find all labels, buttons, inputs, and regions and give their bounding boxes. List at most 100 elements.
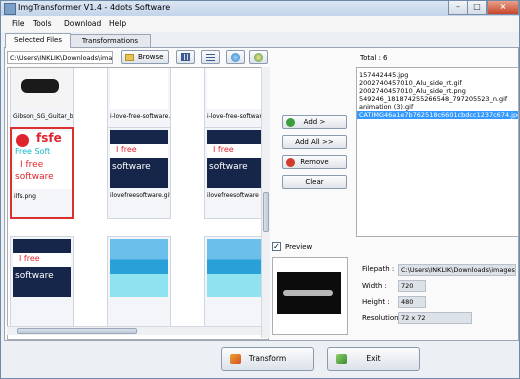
total-label: Total : (360, 54, 381, 62)
ilovefreesoftware-image: I free software (110, 130, 168, 188)
remove-button[interactable]: Remove (282, 155, 347, 169)
app-icon (4, 3, 16, 15)
folder-icon (125, 54, 134, 61)
fsfe-logo-image: fsfe Free Soft I free software (14, 131, 72, 189)
ilovefreesoftware-image: I free software (207, 130, 265, 188)
heart-icon (16, 134, 29, 147)
beach-image (207, 239, 265, 297)
guitar-preview-image (277, 272, 341, 314)
thumbnail-caption: i-love-free-software (207, 113, 266, 120)
total-count: 6 (383, 54, 388, 62)
tab-transformations[interactable]: Transformations (69, 34, 151, 48)
thumbnail-item[interactable] (204, 236, 268, 328)
file-list-item[interactable]: animation (3).gif (357, 103, 518, 111)
preview-label: Preview (285, 243, 313, 251)
web-button[interactable] (249, 50, 268, 64)
horizontal-scrollbar[interactable] (7, 326, 261, 335)
large-icons-view-button[interactable] (176, 50, 195, 64)
list-view-icon (206, 54, 215, 61)
ilovefreesoftware-image: I free software (13, 239, 71, 297)
thumbnail-view-icon (181, 53, 190, 61)
browse-label: Browse (138, 53, 164, 61)
logo-text: I free (20, 160, 44, 170)
vertical-scrollbar[interactable] (261, 67, 270, 338)
transform-icon (230, 354, 241, 364)
transform-label: Transform (248, 354, 287, 363)
add-label: Add > (303, 118, 326, 126)
thumbnail-caption: ilovefreesoftware.gif (110, 192, 170, 199)
close-button[interactable]: × (487, 1, 519, 15)
menu-bar: File Tools Download Help (1, 16, 519, 32)
height-value: 480 (398, 296, 426, 308)
logo-text: software (15, 271, 54, 281)
folder-path-input[interactable]: C:\Users\INKLIK\Downloads\images (7, 51, 113, 64)
preview-checkbox[interactable]: ✓ (272, 242, 281, 251)
transform-button[interactable]: Transform (221, 347, 314, 371)
thumbnail-caption: ilfs.png (14, 193, 36, 200)
file-list-item[interactable]: 2002740457010_Alu_side_rt.png (357, 87, 518, 95)
add-all-label: Add All >> (295, 138, 334, 146)
exit-icon (336, 354, 347, 364)
maximize-button[interactable]: □ (467, 1, 487, 15)
logo-text: software (15, 172, 54, 182)
thumbnail-grid[interactable]: Gibson_SG_Guitar_by_Ineffable i-love-fre… (7, 67, 269, 340)
refresh-button[interactable] (226, 50, 245, 64)
add-icon (286, 118, 295, 127)
beach-image (110, 239, 168, 297)
remove-icon (286, 158, 295, 167)
globe-icon (254, 53, 263, 62)
software-logo-image (110, 68, 168, 109)
add-all-button[interactable]: Add All >> (282, 135, 347, 149)
add-button[interactable]: Add > (282, 115, 347, 129)
file-list-item-selected[interactable]: CATIMG46a1e7b762518c6601cbdcc1237c674.jp… (357, 111, 518, 119)
exit-label: Exit (366, 354, 381, 363)
file-list[interactable]: 157442445.jpg 2002740457010_Alu_side_rt.… (356, 67, 519, 237)
thumbnail-item[interactable] (107, 236, 171, 328)
clear-button[interactable]: Clear (282, 175, 347, 189)
logo-text: I free (213, 145, 234, 154)
width-label: Width : (362, 282, 387, 290)
clear-label: Clear (305, 178, 324, 186)
minimize-button[interactable]: – (448, 1, 468, 15)
thumbnail-item[interactable]: I free software ilovefreesoftware.gif (107, 127, 171, 219)
software-logo-image (207, 68, 265, 109)
thumbnail-item[interactable]: I free software ilovefreesoftware (204, 127, 268, 219)
menu-file[interactable]: File (12, 19, 25, 28)
menu-help[interactable]: Help (109, 19, 126, 28)
details-view-button[interactable] (201, 50, 220, 64)
browse-button[interactable]: Browse (121, 50, 169, 64)
file-list-item[interactable]: 549246_181874255266548_797205523_n.gif (357, 95, 518, 103)
thumbnail-caption: ilovefreesoftware (207, 192, 259, 199)
width-value: 720 (398, 280, 426, 292)
guitar-image (13, 68, 71, 109)
tab-selected-files[interactable]: Selected Files (5, 33, 71, 48)
logo-text: I free (19, 254, 40, 263)
logo-text: I free (116, 145, 137, 154)
thumbnail-item[interactable]: I free software (10, 236, 74, 328)
thumbnail-caption: i-love-free-software.gif (110, 113, 170, 120)
exit-button[interactable]: Exit (327, 347, 420, 371)
title-bar: ImgTransformer V1.4 - 4dots Software – □… (1, 1, 519, 16)
filepath-label: Filepath : (362, 265, 395, 273)
refresh-icon (231, 53, 240, 62)
filepath-value: C:\Users\INKLIK\Downloads\images (398, 264, 516, 276)
menu-tools[interactable]: Tools (33, 19, 51, 28)
resolution-value: 72 x 72 (398, 312, 472, 324)
file-list-item[interactable]: 2002740457010_Alu_side_rt.gif (357, 79, 518, 87)
file-list-item[interactable]: 157442445.jpg (357, 71, 518, 79)
resolution-label: Resolution : (362, 314, 404, 322)
logo-text: software (112, 162, 151, 172)
window-title: ImgTransformer V1.4 - 4dots Software (18, 3, 171, 12)
thumbnail-caption: Gibson_SG_Guitar_by_Ineffable (13, 113, 73, 120)
thumbnail-item-selected[interactable]: fsfe Free Soft I free software ilfs.png (10, 127, 74, 219)
remove-label: Remove (300, 158, 329, 166)
height-label: Height : (362, 298, 390, 306)
preview-box (272, 257, 348, 335)
logo-text: software (209, 162, 248, 172)
scrollbar-thumb[interactable] (263, 192, 269, 232)
menu-download[interactable]: Download (64, 19, 101, 28)
logo-text: Free Soft (15, 147, 51, 156)
scrollbar-thumb[interactable] (17, 328, 137, 334)
logo-text: fsfe (36, 131, 62, 145)
app-window: ImgTransformer V1.4 - 4dots Software – □… (0, 0, 520, 379)
